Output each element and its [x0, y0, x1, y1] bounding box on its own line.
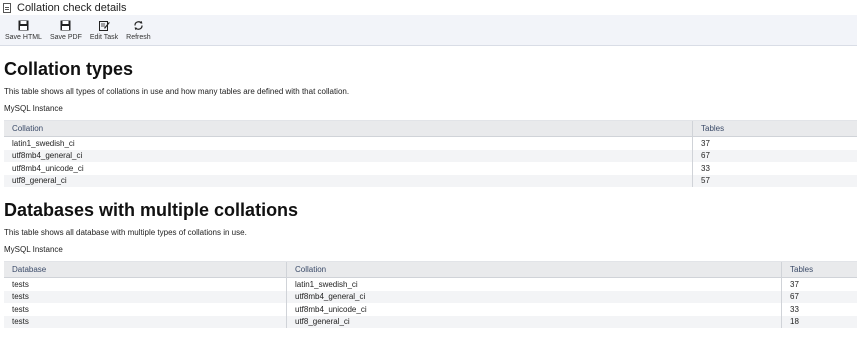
table-row: utf8mb4_unicode_ci 33 — [4, 162, 857, 175]
toolbar: Save HTML Save PDF Edit Task Refresh — [0, 15, 857, 46]
section-description: This table shows all types of collations… — [4, 87, 350, 96]
cell-tables: 67 — [692, 149, 857, 162]
refresh-button[interactable]: Refresh — [123, 20, 156, 45]
cell-database: tests — [12, 279, 29, 289]
report-content: Collation types This table shows all typ… — [0, 58, 857, 328]
collation-types-section: Collation types This table shows all typ… — [4, 58, 857, 187]
cell-collation: utf8_general_ci — [286, 315, 782, 328]
cell-database: tests — [12, 304, 29, 314]
column-header-collation[interactable]: Collation — [4, 120, 693, 137]
table-row: latin1_swedish_ci 37 — [4, 136, 857, 150]
cell-tables: 67 — [781, 290, 857, 303]
cell-tables: 37 — [781, 277, 857, 291]
cell-collation: latin1_swedish_ci — [12, 138, 75, 148]
section-heading: Databases with multiple collations — [4, 200, 299, 220]
cell-tables: 37 — [692, 136, 857, 150]
cell-database: tests — [4, 290, 287, 303]
window-title: Collation check details — [17, 1, 127, 14]
save-pdf-button[interactable]: Save PDF — [47, 20, 87, 45]
refresh-icon — [134, 21, 143, 30]
cell-collation: latin1_swedish_ci — [286, 277, 782, 291]
cell-collation: utf8mb4_unicode_ci — [12, 163, 84, 173]
multiple-collations-section: Databases with multiple collations This … — [4, 199, 857, 328]
cell-collation: utf8mb4_unicode_ci — [286, 303, 782, 316]
save-pdf-label: Save PDF — [49, 34, 82, 41]
refresh-label: Refresh — [126, 34, 151, 41]
column-header-collation[interactable]: Collation — [286, 261, 782, 278]
edit-task-label: Edit Task — [89, 34, 119, 41]
title-bar: Collation check details — [0, 0, 857, 15]
document-icon — [3, 2, 11, 13]
save-html-button[interactable]: Save HTML — [2, 20, 47, 45]
save-icon — [18, 20, 29, 31]
column-header-tables[interactable]: Tables — [692, 120, 857, 137]
cell-collation: utf8mb4_general_ci — [286, 290, 782, 303]
collation-types-table: Collation Tables latin1_swedish_ci 37 ut… — [4, 120, 857, 187]
instance-label: MySQL Instance — [4, 104, 63, 113]
cell-tables: 33 — [781, 303, 857, 316]
multiple-collations-table: Database Collation Tables tests latin1_s… — [4, 261, 857, 328]
section-heading: Collation types — [4, 59, 134, 79]
table-row: tests latin1_swedish_ci 37 — [4, 277, 857, 291]
cell-tables: 57 — [692, 174, 857, 187]
cell-collation: utf8mb4_general_ci — [4, 149, 693, 162]
table-row: tests utf8_general_ci 18 — [4, 315, 857, 328]
column-header-tables[interactable]: Tables — [781, 261, 857, 278]
cell-tables: 18 — [781, 315, 857, 328]
table-header-row: Collation Tables — [4, 120, 857, 137]
save-icon — [60, 20, 71, 31]
section-description: This table shows all database with multi… — [4, 228, 247, 237]
instance-label: MySQL Instance — [4, 245, 63, 254]
cell-database: tests — [4, 315, 287, 328]
edit-task-button[interactable]: Edit Task — [87, 20, 123, 45]
cell-tables: 33 — [692, 162, 857, 175]
table-row: tests utf8mb4_unicode_ci 33 — [4, 303, 857, 316]
table-row: tests utf8mb4_general_ci 67 — [4, 290, 857, 303]
column-header-database[interactable]: Database — [4, 261, 287, 278]
table-row: utf8mb4_general_ci 67 — [4, 149, 857, 162]
save-html-label: Save HTML — [5, 34, 42, 41]
edit-icon — [98, 21, 110, 31]
table-row: utf8_general_ci 57 — [4, 174, 857, 187]
cell-collation: utf8_general_ci — [4, 174, 693, 187]
table-header-row: Database Collation Tables — [4, 261, 857, 278]
